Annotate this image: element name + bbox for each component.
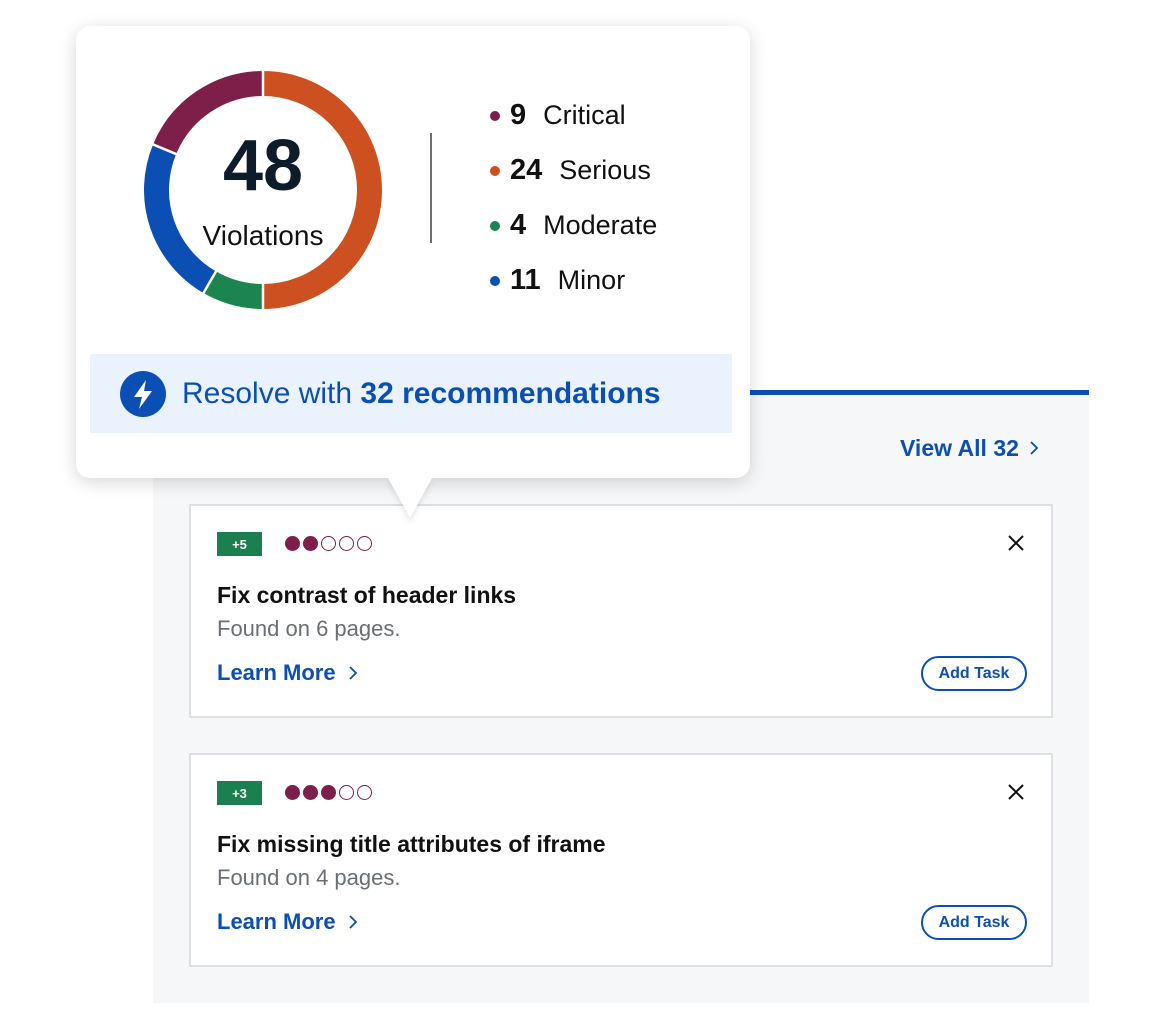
chevron-right-icon: [1030, 441, 1039, 455]
resolve-prefix: Resolve with: [182, 376, 353, 410]
legend-label: Minor: [557, 265, 626, 295]
legend-count: 4: [510, 209, 527, 241]
add-task-button[interactable]: Add Task: [921, 656, 1027, 691]
rating-dot-filled: [303, 536, 318, 551]
close-icon[interactable]: [1005, 532, 1027, 554]
rating-dot-empty: [357, 536, 372, 551]
rating-dot-empty: [339, 785, 354, 800]
donut-segment-moderate: [203, 271, 264, 309]
legend-item-critical: 9 Critical: [490, 88, 657, 143]
recommendation-pages: Found on 4 pages.: [217, 865, 401, 890]
view-all-link[interactable]: View All 32: [900, 430, 1039, 466]
score-badge: +5: [217, 532, 262, 556]
chevron-right-icon: [348, 666, 357, 680]
learn-more-label: Learn More: [217, 909, 336, 934]
rating-dot-filled: [285, 536, 300, 551]
recommendation-title: Fix contrast of header links: [217, 582, 517, 608]
legend-item-moderate: 4 Moderate: [490, 198, 657, 253]
legend-label: Critical: [543, 100, 626, 130]
close-icon[interactable]: [1005, 781, 1027, 803]
legend-dot: [490, 165, 500, 176]
legend-label: Serious: [559, 155, 651, 185]
violations-total: 48: [222, 126, 304, 206]
popup-pointer: [388, 478, 432, 518]
resolve-count: 32 recommendations: [360, 376, 661, 410]
recommendation-card: +3 Fix missing title attributes of ifram…: [189, 753, 1053, 967]
recommendation-title: Fix missing title attributes of iframe: [217, 831, 606, 857]
severity-rating: [285, 536, 372, 551]
legend-label: Moderate: [543, 210, 658, 240]
severity-rating: [285, 785, 372, 800]
score-badge: +3: [217, 781, 262, 805]
legend-dot: [490, 110, 500, 121]
legend-count: 11: [510, 264, 541, 296]
learn-more-link[interactable]: Learn More: [217, 909, 358, 935]
recommendation-card: +5 Fix contrast of header links Found on…: [189, 504, 1053, 718]
resolve-text: Resolve with 32 recommendations: [182, 377, 661, 411]
legend-count: 9: [510, 99, 527, 131]
legend-item-serious: 24 Serious: [490, 143, 657, 198]
lightning-bolt-icon: [120, 370, 166, 417]
severity-legend: 9 Critical 24 Serious 4 Moderate 11 Mino…: [490, 88, 657, 308]
legend-item-minor: 11 Minor: [490, 253, 657, 308]
violations-label: Violations: [202, 220, 324, 251]
learn-more-label: Learn More: [217, 660, 336, 685]
rating-dot-empty: [321, 536, 336, 551]
resolve-recommendations-banner[interactable]: Resolve with 32 recommendations: [90, 354, 732, 433]
divider: [430, 133, 432, 243]
rating-dot-empty: [357, 785, 372, 800]
rating-dot-empty: [339, 536, 354, 551]
rating-dot-filled: [285, 785, 300, 800]
rating-dot-filled: [303, 785, 318, 800]
learn-more-link[interactable]: Learn More: [217, 660, 358, 686]
add-task-button[interactable]: Add Task: [921, 905, 1027, 940]
rating-dot-filled: [321, 785, 336, 800]
legend-dot: [490, 220, 500, 231]
legend-dot: [490, 275, 500, 286]
legend-count: 24: [510, 154, 543, 186]
chevron-right-icon: [348, 915, 357, 929]
view-all-label: View All 32: [900, 434, 1019, 461]
recommendation-pages: Found on 6 pages.: [217, 616, 401, 641]
